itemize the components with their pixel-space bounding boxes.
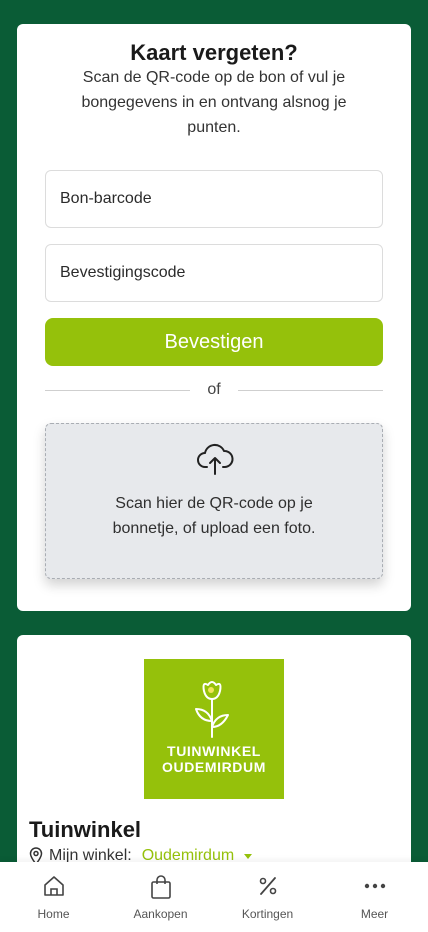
home-icon bbox=[43, 876, 64, 896]
chevron-down-icon[interactable] bbox=[244, 853, 253, 859]
barcode-input[interactable] bbox=[45, 170, 383, 228]
upload-instructions: Scan hier de QR-code op je bonnetje, of … bbox=[112, 495, 316, 537]
qr-upload-dropzone[interactable]: Scan hier de QR-code op je bonnetje, of … bbox=[45, 423, 383, 579]
nav-item-home[interactable]: Home bbox=[0, 862, 107, 932]
store-card: TUINWINKEL OUDEMIRDUM Tuinwinkel Mijn wi… bbox=[17, 635, 411, 895]
confirm-button[interactable]: Bevestigen bbox=[45, 318, 383, 366]
divider-line-right bbox=[238, 390, 383, 391]
app-screen: Kaart vergeten? Scan de QR-code op de bo… bbox=[0, 0, 428, 932]
shopping-bag-icon bbox=[150, 875, 171, 899]
card-title: Kaart vergeten? bbox=[130, 40, 298, 65]
logo-line1: TUINWINKEL bbox=[167, 743, 261, 759]
card-description: Scan de QR-code op de bon of vul je bong… bbox=[81, 69, 347, 136]
flower-logo-icon bbox=[195, 681, 229, 738]
cloud-upload-icon bbox=[197, 443, 234, 475]
nav-label-discounts: Kortingen bbox=[241, 907, 294, 921]
store-logo: TUINWINKEL OUDEMIRDUM bbox=[144, 659, 284, 799]
store-name: Tuinwinkel bbox=[29, 817, 142, 842]
nav-label-home: Home bbox=[37, 907, 70, 921]
forgot-card-panel: Kaart vergeten? Scan de QR-code op de bo… bbox=[17, 24, 411, 611]
logo-text: TUINWINKEL OUDEMIRDUM bbox=[144, 743, 284, 775]
nav-label-purchases: Aankopen bbox=[133, 907, 188, 921]
confirmation-code-input[interactable] bbox=[45, 244, 383, 302]
nav-item-more[interactable]: Meer bbox=[321, 862, 428, 932]
bottom-navigation: Home Aankopen Kortingen Meer bbox=[0, 862, 428, 932]
percent-icon bbox=[259, 877, 276, 895]
nav-item-discounts[interactable]: Kortingen bbox=[214, 862, 321, 932]
more-dots-icon bbox=[364, 883, 385, 889]
nav-item-purchases[interactable]: Aankopen bbox=[107, 862, 214, 932]
logo-line2: OUDEMIRDUM bbox=[162, 759, 266, 775]
or-divider: of bbox=[45, 381, 383, 401]
nav-label-more: Meer bbox=[360, 907, 389, 921]
